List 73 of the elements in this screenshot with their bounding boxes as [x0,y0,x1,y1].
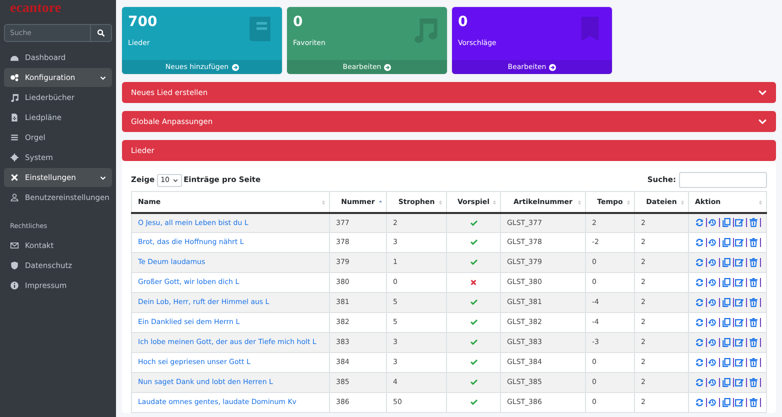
sync-icon[interactable] [695,218,704,228]
caret-icon [172,178,178,182]
undo-icon[interactable] [708,398,718,407]
search-button[interactable] [91,24,112,42]
trash-icon[interactable] [748,358,758,367]
copy-icon[interactable] [722,398,731,407]
table-search-field[interactable] [679,172,767,188]
undo-icon[interactable] [708,378,718,387]
trash-icon[interactable] [748,258,758,267]
sync-icon[interactable] [695,238,704,247]
edit-icon[interactable] [735,218,744,228]
info-icon [10,280,19,290]
envelope-icon [10,240,19,250]
user-icon [10,193,19,202]
undo-icon[interactable] [708,238,718,247]
copy-icon[interactable] [722,238,731,247]
stat-value: 700 [128,14,158,30]
list-icon [10,133,19,142]
tools-icon [10,173,19,182]
copy-icon[interactable] [722,318,731,327]
search-icon [97,29,105,37]
trash-icon[interactable] [748,298,758,307]
trash-icon[interactable] [748,218,758,228]
edit-icon[interactable] [735,398,744,407]
edit-icon[interactable] [735,298,744,307]
copy-icon[interactable] [722,218,731,228]
undo-icon[interactable] [708,338,718,347]
undo-icon[interactable] [708,278,718,287]
document-icon [10,113,19,122]
trash-icon[interactable] [748,318,758,327]
undo-icon[interactable] [708,358,718,367]
caret-icon [100,74,106,80]
caret-icon [100,174,106,180]
trash-icon[interactable] [748,338,758,347]
copy-icon[interactable] [722,258,731,267]
copy-icon[interactable] [722,298,731,307]
stat-value: 0 [458,14,468,30]
edit-icon[interactable] [735,318,744,327]
copy-icon[interactable] [722,338,731,347]
undo-icon[interactable] [708,258,718,267]
trash-icon[interactable] [748,378,758,387]
shield-icon [10,260,19,270]
edit-icon[interactable] [735,258,744,267]
music-note-icon [10,93,19,102]
arrow-circle-icon [232,64,239,70]
copy-icon[interactable] [722,278,731,287]
sync-icon[interactable] [695,278,704,287]
undo-icon[interactable] [708,298,718,307]
sync-icon[interactable] [695,398,704,407]
trash-icon[interactable] [748,398,758,407]
gears-icon [10,73,19,82]
sync-icon[interactable] [695,258,704,267]
sync-icon[interactable] [695,338,704,347]
sync-icon[interactable] [695,378,704,387]
arrow-circle-icon [549,64,556,70]
sync-icon[interactable] [695,318,704,327]
edit-icon[interactable] [735,238,744,247]
undo-icon[interactable] [708,318,718,327]
arrow-circle-icon [384,64,392,70]
edit-icon[interactable] [735,358,744,367]
sync-icon[interactable] [695,298,704,307]
trash-icon[interactable] [748,278,758,287]
edit-icon[interactable] [735,338,744,347]
copy-icon[interactable] [722,378,731,387]
edit-icon[interactable] [735,278,744,287]
sync-icon[interactable] [695,358,704,367]
stat-value: 0 [293,14,303,30]
trash-icon[interactable] [748,238,758,247]
edit-icon[interactable] [735,378,744,387]
logo: ecantore [9,0,62,18]
undo-icon[interactable] [708,218,718,228]
dashboard-icon [10,53,19,62]
copy-icon[interactable] [722,358,731,367]
